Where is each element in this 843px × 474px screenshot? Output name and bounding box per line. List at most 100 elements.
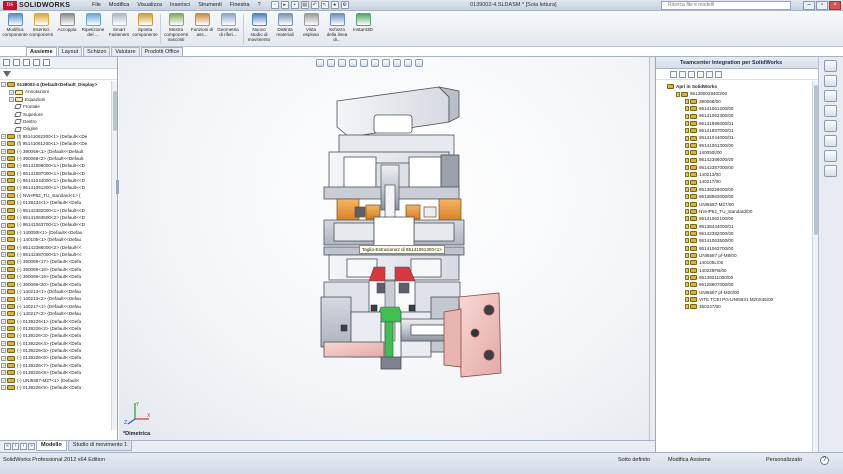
expand-icon[interactable]: + <box>1 215 6 221</box>
appearances-icon[interactable] <box>824 135 837 147</box>
help-icon[interactable]: ? <box>820 456 829 465</box>
expand-icon[interactable]: + <box>1 296 6 302</box>
menu-item[interactable]: Inserisci <box>166 0 194 11</box>
expand-icon[interactable]: + <box>1 185 6 191</box>
ribbon-button[interactable]: Accoppia <box>54 11 80 46</box>
tree-item[interactable]: + (-) 0139226<1> (Default<<Defa <box>0 318 112 325</box>
tree-item[interactable]: + (-) 0139226<3> (Default<<Defa <box>0 332 112 339</box>
command-tab[interactable]: Assieme <box>26 47 57 56</box>
expand-icon[interactable]: + <box>1 193 6 199</box>
view-palette-icon[interactable] <box>824 120 837 132</box>
expand-icon[interactable]: + <box>1 370 6 376</box>
tree-item[interactable]: + (-) 140213<1> (Default<<Defau <box>0 288 112 295</box>
expand-icon[interactable]: + <box>1 230 6 235</box>
teamcenter-item[interactable]: 140217/00 <box>666 178 818 185</box>
save-icon[interactable]: ▪ <box>290 1 299 9</box>
menu-item[interactable]: Visualizza <box>133 0 166 11</box>
expand-icon[interactable]: + <box>1 252 6 258</box>
ribbon-button[interactable]: Ripetizione del ... <box>80 11 106 46</box>
expand-icon[interactable]: + <box>1 244 6 250</box>
display-manager-tab-icon[interactable] <box>43 59 50 66</box>
expand-icon[interactable]: + <box>1 200 6 206</box>
menu-item[interactable]: Finestra <box>226 0 254 11</box>
expand-icon[interactable]: + <box>1 377 6 383</box>
expand-icon[interactable]: + <box>1 156 6 162</box>
tree-item[interactable]: + (-) 95141897000<1> (Default<<D <box>0 170 112 177</box>
options-icon[interactable]: ⚙ <box>340 1 349 9</box>
ribbon-button[interactable]: Instant3D <box>350 11 376 46</box>
tree-item[interactable]: + Equazioni <box>0 96 112 103</box>
expand-icon[interactable]: + <box>9 89 14 95</box>
tree-item[interactable]: + (-) 390068<17> (Default<<Defa <box>0 258 112 265</box>
command-tab[interactable]: Schizzo <box>83 47 111 56</box>
menu-item[interactable]: Modifica <box>105 0 133 11</box>
tree-item[interactable]: + (-) 390068<20> (Default<<Defa <box>0 281 112 288</box>
teamcenter-item[interactable]: NVHP82_TU_standard/00 <box>666 208 818 215</box>
expand-icon[interactable]: + <box>1 222 6 228</box>
open-icon[interactable] <box>679 70 686 78</box>
tab-model[interactable]: Modello <box>36 441 67 451</box>
expand-icon[interactable]: + <box>1 170 6 176</box>
tree-item[interactable]: + (-) 95141063500<2> (Default<<D <box>0 214 112 221</box>
teamcenter-item[interactable]: 95142387000/00 <box>666 164 818 171</box>
ribbon-button[interactable]: Nuovo studio di movimento <box>246 11 272 46</box>
expand-icon[interactable]: + <box>1 340 6 346</box>
properties-icon[interactable] <box>715 70 722 78</box>
expand-icon[interactable]: + <box>1 333 6 339</box>
expand-icon[interactable]: + <box>1 385 6 391</box>
ribbon-button[interactable]: Modifica componente <box>2 11 28 46</box>
tree-item[interactable]: + (-) 0139226<4> (Default<<Defa <box>0 340 112 347</box>
teamcenter-item[interactable]: 95128607000/00 <box>666 281 818 288</box>
tree-item[interactable]: + (f) 95141062300<1> (Default<<De <box>0 133 112 140</box>
expand-icon[interactable]: + <box>1 163 6 169</box>
teamcenter-item[interactable]: Apri in SolidWorks <box>666 83 818 90</box>
close-button[interactable]: × <box>829 1 841 10</box>
expand-icon[interactable]: + <box>1 148 6 154</box>
command-tab[interactable]: Layout <box>57 47 83 56</box>
file-explorer-icon[interactable] <box>824 90 837 102</box>
teamcenter-item[interactable]: 95139226000/00 <box>666 186 818 193</box>
teamcenter-item[interactable]: VITE TCEI PG-UNI5931 M20X45/00 <box>666 296 818 303</box>
search-icon[interactable] <box>824 105 837 117</box>
teamcenter-item[interactable]: 95141063500/00 <box>666 237 818 244</box>
teamcenter-item[interactable]: 140213/00 <box>666 171 818 178</box>
teamcenter-item[interactable]: UNI5587 pf-M8/00 <box>666 252 818 259</box>
teamcenter-item[interactable]: 140228FB/00 <box>666 267 818 274</box>
teamcenter-item[interactable]: 95141061300/00 <box>666 142 818 149</box>
print-icon[interactable]: ▤ <box>300 1 309 9</box>
open-icon[interactable]: ▸ <box>280 1 289 9</box>
tree-item[interactable]: + (-) 140050t<1> (Default<<Defau <box>0 229 112 236</box>
ribbon-button[interactable]: Vista esplosa <box>298 11 324 46</box>
expand-icon[interactable]: + <box>9 96 14 102</box>
menu-item[interactable]: Strumenti <box>194 0 226 11</box>
tree-item[interactable]: Destro <box>0 118 112 125</box>
teamcenter-item[interactable]: 390068/00 <box>666 98 818 105</box>
filter-icon[interactable] <box>3 71 11 77</box>
tree-item[interactable]: + (-) NVHP82_TU_standard<1> ( <box>0 192 112 199</box>
last-tab-nav-icon[interactable]: » <box>28 443 35 450</box>
teamcenter-item[interactable]: 140105L/00 <box>666 259 818 266</box>
teamcenter-item[interactable]: 95138983000/00 <box>666 193 818 200</box>
first-tab-nav-icon[interactable]: « <box>4 443 11 450</box>
save-to-teamcenter-icon[interactable] <box>706 70 713 78</box>
teamcenter-item[interactable]: 95141897000/01 <box>666 127 818 134</box>
teamcenter-item[interactable]: 140050t/00 <box>666 149 818 156</box>
graphics-area[interactable]: Taglio-Estrusione2 di 95141061300<1> Y X… <box>119 57 655 440</box>
ribbon-button[interactable]: Distinta materiali <box>272 11 298 46</box>
property-manager-tab-icon[interactable] <box>13 59 20 66</box>
solidworks-resources-icon[interactable] <box>824 60 837 72</box>
teamcenter-item[interactable]: 95141061200/00 <box>666 105 818 112</box>
tree-item[interactable]: + (-) 140217<2> (Default<<Defau <box>0 310 112 317</box>
expand-icon[interactable]: + <box>1 178 6 184</box>
units-status[interactable]: Personalizzato <box>766 457 802 463</box>
tree-item[interactable]: + (-) 140105<1> (Default<<Defau <box>0 236 112 243</box>
tree-item[interactable]: + (-) 0139226<2> (Default<<Defa <box>0 325 112 332</box>
ribbon-button[interactable]: Sposta componente <box>132 11 158 46</box>
expand-icon[interactable]: + <box>1 318 6 324</box>
ribbon-button[interactable]: Smart Fasteners <box>106 11 132 46</box>
teamcenter-item[interactable]: 95139311000/00 <box>666 274 818 281</box>
tree-item[interactable]: + (-) 140217<1> (Default<<Defau <box>0 303 112 310</box>
tree-item[interactable]: + (-) 390068<2> (Default<<Default <box>0 155 112 162</box>
command-tab[interactable]: Valutare <box>111 47 140 56</box>
tree-item[interactable]: + (f) 95141061200<1> (Default<<De <box>0 140 112 147</box>
